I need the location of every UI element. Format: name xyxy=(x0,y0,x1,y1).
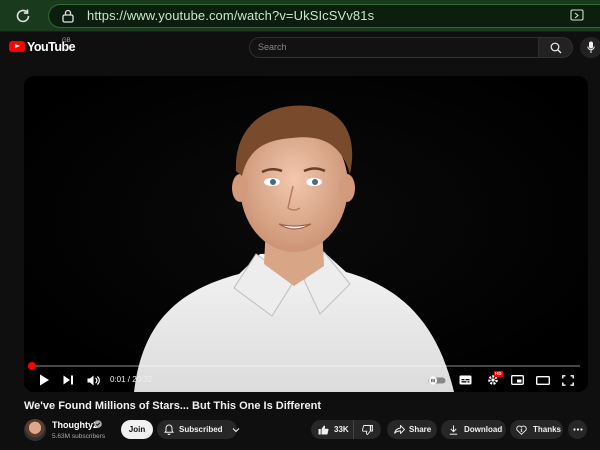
subtitles-button[interactable] xyxy=(455,368,475,392)
play-button[interactable] xyxy=(34,368,54,392)
autoplay-toggle-icon xyxy=(428,376,446,384)
dislike-button[interactable] xyxy=(354,420,381,439)
microphone-icon xyxy=(587,41,595,53)
time-display: 0:01 / 20:32 xyxy=(110,375,153,384)
autoplay-toggle[interactable] xyxy=(426,368,448,392)
thumbs-up-icon xyxy=(318,425,329,434)
fullscreen-button[interactable] xyxy=(558,368,578,392)
like-count: 33K xyxy=(334,425,349,434)
subscribed-label: Subscribed xyxy=(179,425,223,434)
region-code: GB xyxy=(62,38,71,44)
subscribed-button[interactable]: Subscribed xyxy=(157,420,239,439)
download-label: Download xyxy=(464,425,503,434)
hd-badge: HD xyxy=(494,371,503,377)
fullscreen-icon xyxy=(562,374,574,386)
search-button[interactable] xyxy=(539,37,573,58)
like-dislike-group: 33K xyxy=(311,420,381,439)
verified-badge-icon xyxy=(94,420,102,428)
download-icon xyxy=(449,425,458,435)
more-horizontal-icon xyxy=(572,428,583,431)
video-title: We've Found Millions of Stars... But Thi… xyxy=(24,400,321,412)
channel-name[interactable]: Thoughty2 xyxy=(52,420,98,430)
play-icon xyxy=(39,374,49,386)
search-input[interactable] xyxy=(249,37,539,58)
join-button[interactable]: Join xyxy=(121,420,153,439)
search-icon xyxy=(550,42,562,54)
like-button[interactable]: 33K xyxy=(311,420,354,439)
skip-next-icon xyxy=(63,375,73,385)
theater-mode-icon xyxy=(536,375,550,385)
video-player[interactable]: 0:01 / 20:32 HD xyxy=(24,76,588,392)
share-label: Share xyxy=(409,425,432,434)
subscriber-count: 5.63M subscribers xyxy=(52,433,106,440)
share-button[interactable]: Share xyxy=(387,420,437,439)
download-button[interactable]: Download xyxy=(441,420,506,439)
reload-icon[interactable] xyxy=(14,7,32,25)
lock-icon[interactable] xyxy=(62,9,74,23)
thanks-label: Thanks xyxy=(533,425,562,434)
url-path: /watch?v=UkSIcSVv81s xyxy=(233,8,375,23)
share-icon xyxy=(394,425,405,434)
youtube-logo-icon[interactable] xyxy=(9,41,25,52)
next-button[interactable] xyxy=(58,368,78,392)
volume-icon xyxy=(87,375,100,385)
url-host: https://www.youtube.com xyxy=(87,8,234,23)
thanks-button[interactable]: Thanks xyxy=(510,420,563,439)
install-app-icon[interactable] xyxy=(570,9,584,22)
video-frame[interactable] xyxy=(24,76,588,392)
voice-search-button[interactable] xyxy=(580,37,600,58)
channel-avatar[interactable] xyxy=(24,419,46,441)
subtitles-icon xyxy=(459,375,471,385)
progress-bar[interactable] xyxy=(32,365,580,367)
mute-button[interactable] xyxy=(83,368,103,392)
miniplayer-icon xyxy=(510,375,524,385)
url-text[interactable]: https://www.youtube.com/watch?v=UkSIcSVv… xyxy=(87,8,374,23)
super-thanks-icon xyxy=(516,425,527,435)
search-placeholder: Search xyxy=(258,42,287,52)
player-controls: 0:01 / 20:32 HD xyxy=(24,368,588,392)
bell-icon xyxy=(164,424,174,435)
settings-button[interactable]: HD xyxy=(482,368,504,392)
thumbs-down-icon xyxy=(362,424,373,435)
theater-mode-button[interactable] xyxy=(532,368,554,392)
more-actions-button[interactable] xyxy=(568,420,587,439)
miniplayer-button[interactable] xyxy=(507,368,527,392)
chevron-down-icon xyxy=(232,427,239,432)
